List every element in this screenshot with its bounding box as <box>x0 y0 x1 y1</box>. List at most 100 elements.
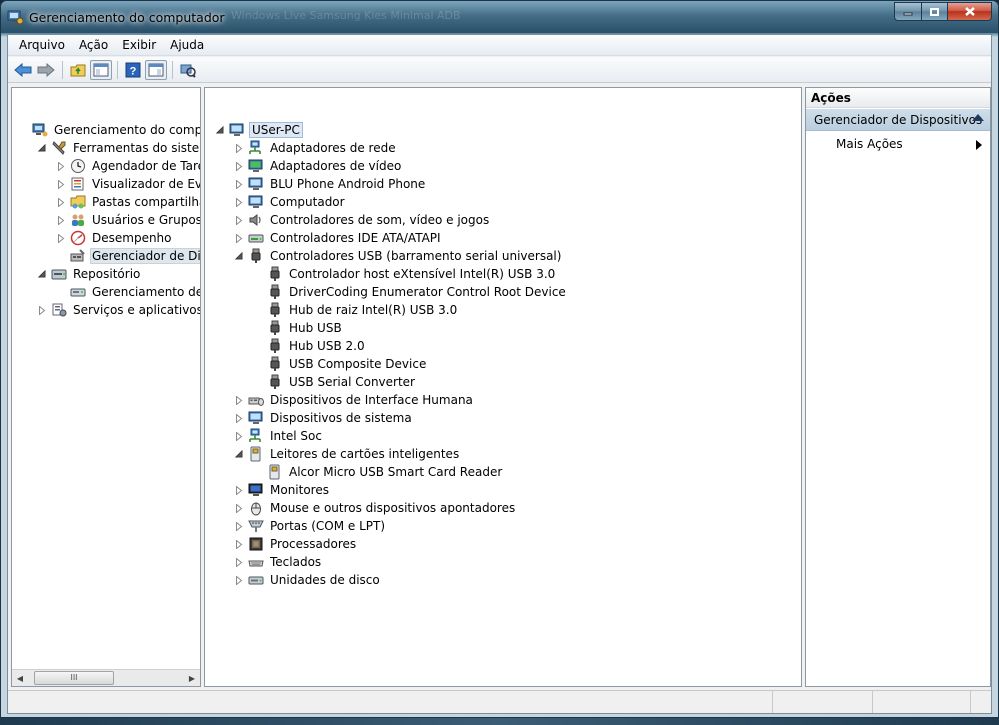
status-cell-secondary <box>773 691 873 713</box>
menu-exibir[interactable]: Exibir <box>115 36 163 54</box>
expand-arrow-icon[interactable] <box>234 431 244 441</box>
collapse-up-icon[interactable] <box>972 114 984 121</box>
menu-ajuda[interactable]: Ajuda <box>163 36 211 54</box>
title-bar[interactable]: Gerenciamento do computador Windows Live… <box>1 1 998 33</box>
device-tree-item[interactable]: Adaptadores de vídeo <box>234 157 403 175</box>
help-button[interactable]: ? <box>122 60 144 80</box>
console-tree-item[interactable]: Repositório <box>37 265 142 283</box>
collapse-arrow-icon[interactable] <box>37 269 47 279</box>
collapse-arrow-icon[interactable] <box>215 125 225 135</box>
expand-arrow-icon[interactable] <box>234 143 244 153</box>
device-tree-item[interactable]: Hub USB 2.0 <box>253 337 367 355</box>
caption-buttons <box>894 2 992 21</box>
console-tree-item[interactable]: Serviços e aplicativos <box>37 301 200 319</box>
expand-arrow-icon[interactable] <box>234 575 244 585</box>
usb-icon <box>267 266 283 282</box>
actions-section-label: Gerenciador de Dispositivos <box>814 112 983 127</box>
expand-arrow-icon[interactable] <box>234 197 244 207</box>
console-tree-pane[interactable]: Gerenciamento do computado Ferramentas do… <box>11 87 201 687</box>
expand-arrow-icon[interactable] <box>234 413 244 423</box>
expand-arrow-icon[interactable] <box>56 161 66 171</box>
scan-hardware-button[interactable] <box>177 60 199 80</box>
collapse-arrow-icon[interactable] <box>37 143 47 153</box>
device-tree-item[interactable]: Hub USB <box>253 319 344 337</box>
device-tree-item[interactable]: DriverCoding Enumerator Control Root Dev… <box>253 283 568 301</box>
console-tree-item[interactable]: Gerenciamento de disco <box>56 283 200 301</box>
collapse-arrow-icon[interactable] <box>234 449 244 459</box>
device-tree-item[interactable]: Computador <box>234 193 347 211</box>
expand-arrow-icon[interactable] <box>234 215 244 225</box>
up-level-button[interactable] <box>67 60 89 80</box>
device-tree-item[interactable]: Intel Soc <box>234 427 324 445</box>
expand-arrow-icon[interactable] <box>56 197 66 207</box>
expand-arrow-icon[interactable] <box>56 215 66 225</box>
toolbar: ? <box>8 57 991 83</box>
collapse-arrow-icon[interactable] <box>234 251 244 261</box>
actions-section-device-manager[interactable]: Gerenciador de Dispositivos <box>806 109 990 131</box>
device-tree-item[interactable]: Hub de raiz Intel(R) USB 3.0 <box>253 301 459 319</box>
device-tree-item[interactable]: USB Composite Device <box>253 355 428 373</box>
expand-arrow-icon[interactable] <box>37 305 47 315</box>
device-tree-pane[interactable]: USer-PC Adaptadores de rede Adaptadores de… <box>204 87 802 687</box>
console-tree-item[interactable]: Gerenciamento do computado <box>18 121 201 139</box>
scroll-right-icon[interactable]: ▶ <box>184 670 200 686</box>
console-tree-item[interactable]: Pastas compartilhadas <box>56 193 200 211</box>
expand-arrow-icon[interactable] <box>234 503 244 513</box>
expand-arrow-icon[interactable] <box>234 395 244 405</box>
device-tree-item[interactable]: Adaptadores de rede <box>234 139 398 157</box>
keyboard-icon <box>248 554 264 570</box>
device-tree-item[interactable]: Controlador host eXtensível Intel(R) USB… <box>253 265 557 283</box>
scroll-left-icon[interactable]: ◀ <box>12 670 28 686</box>
disk-drive-icon <box>248 572 264 588</box>
device-tree-item[interactable]: Processadores <box>234 535 358 553</box>
expand-arrow-icon[interactable] <box>234 539 244 549</box>
usb-icon <box>267 302 283 318</box>
horizontal-scrollbar[interactable]: ◀ III ▶ <box>12 669 200 686</box>
scroll-thumb[interactable]: III <box>34 671 114 685</box>
device-tree-item[interactable]: USer-PC <box>215 121 303 139</box>
back-button[interactable] <box>12 60 34 80</box>
expand-arrow-icon[interactable] <box>56 233 66 243</box>
console-tree-item[interactable]: Visualizador de Eventos <box>56 175 200 193</box>
device-tree-item[interactable]: Monitores <box>234 481 331 499</box>
expand-arrow-icon[interactable] <box>234 485 244 495</box>
console-tree-item[interactable]: Gerenciador de Disposit <box>56 247 200 265</box>
console-tree-item[interactable]: Desempenho <box>56 229 174 247</box>
more-actions-item[interactable]: Mais Ações <box>836 137 903 151</box>
help-icon: ? <box>125 62 141 77</box>
show-hide-action-pane-button[interactable] <box>145 59 167 80</box>
device-tree-item[interactable]: Controladores de som, vídeo e jogos <box>234 211 491 229</box>
menu-acao[interactable]: Ação <box>72 36 115 54</box>
minimize-button[interactable] <box>894 2 921 21</box>
device-tree-item[interactable]: Dispositivos de sistema <box>234 409 414 427</box>
menu-arquivo[interactable]: Arquivo <box>12 36 72 54</box>
mouse-icon <box>248 500 264 516</box>
maximize-button[interactable] <box>921 2 947 21</box>
expand-arrow-icon[interactable] <box>56 179 66 189</box>
forward-button[interactable] <box>35 60 57 80</box>
device-tree-item[interactable]: Dispositivos de Interface Humana <box>234 391 475 409</box>
device-tree-item[interactable]: BLU Phone Android Phone <box>234 175 427 193</box>
expand-arrow-icon[interactable] <box>234 521 244 531</box>
console-tree-item-label: Gerenciamento do computado <box>54 123 201 137</box>
device-tree-item[interactable]: Teclados <box>234 553 323 571</box>
show-hide-tree-button[interactable] <box>90 59 112 80</box>
close-button[interactable] <box>947 2 992 21</box>
device-tree-item-label: Controladores IDE ATA/ATAPI <box>270 231 441 245</box>
console-tree-item[interactable]: Agendador de Tarefas <box>56 157 200 175</box>
device-tree-item[interactable]: Leitores de cartões inteligentes <box>234 445 461 463</box>
expand-arrow-icon[interactable] <box>234 179 244 189</box>
console-tree-item[interactable]: Ferramentas do sistema <box>37 139 200 157</box>
device-tree-item[interactable]: Controladores USB (barramento serial uni… <box>234 247 563 265</box>
expand-arrow-icon[interactable] <box>234 161 244 171</box>
device-tree-item[interactable]: Alcor Micro USB Smart Card Reader <box>253 463 504 481</box>
device-tree-item[interactable]: USB Serial Converter <box>253 373 417 391</box>
device-tree-item[interactable]: Portas (COM e LPT) <box>234 517 387 535</box>
device-tree-item[interactable]: Controladores IDE ATA/ATAPI <box>234 229 443 247</box>
console-tree-item[interactable]: Usuários e Grupos Loca <box>56 211 200 229</box>
device-tree-item[interactable]: Unidades de disco <box>234 571 382 589</box>
expand-arrow-icon[interactable] <box>234 557 244 567</box>
expand-arrow-icon[interactable] <box>234 233 244 243</box>
device-tree-item[interactable]: Mouse e outros dispositivos apontadores <box>234 499 517 517</box>
